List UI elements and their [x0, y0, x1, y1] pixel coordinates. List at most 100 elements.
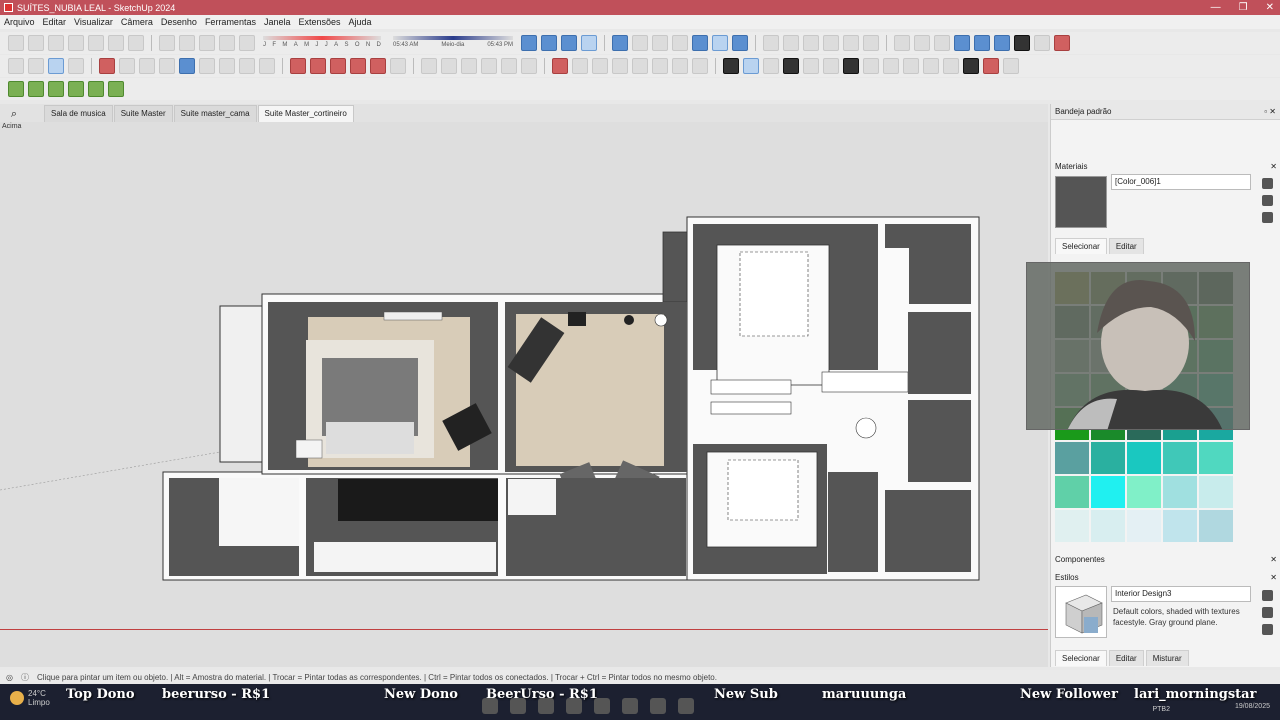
outer-shell-icon[interactable] [823, 58, 839, 74]
3d-text-icon[interactable] [521, 58, 537, 74]
info-icon[interactable] [923, 58, 939, 74]
style-name-field[interactable]: Interior Design3 [1111, 586, 1251, 602]
material-swatch[interactable] [1199, 510, 1233, 542]
menu-arquivo[interactable]: Arquivo [4, 17, 35, 27]
materials-close-icon[interactable]: ✕ [1270, 162, 1277, 171]
components-close-icon[interactable]: ✕ [1270, 555, 1277, 564]
rotate-icon[interactable] [330, 58, 346, 74]
weather-widget[interactable]: 24°C Limpo [10, 689, 50, 707]
time-icon[interactable] [943, 58, 959, 74]
style-thumbnail[interactable] [1055, 586, 1107, 638]
section-cut-icon[interactable] [934, 35, 950, 51]
solid-tools-icon[interactable] [803, 58, 819, 74]
component-icon[interactable] [28, 58, 44, 74]
style-refresh-icon[interactable] [1262, 624, 1273, 635]
wireframe-style-icon[interactable] [632, 35, 648, 51]
bottom-cube-icon[interactable] [863, 35, 879, 51]
sandbox-scratch-icon[interactable] [28, 81, 44, 97]
materials-tab-edit[interactable]: Editar [1108, 238, 1144, 254]
clock-date[interactable]: 19/08/2025 [1235, 703, 1270, 710]
texture-icon[interactable] [843, 58, 859, 74]
menu-ferramentas[interactable]: Ferramentas [205, 17, 256, 27]
search-icon[interactable]: ⌕ [4, 106, 24, 122]
protractor-icon[interactable] [461, 58, 477, 74]
layer-icon[interactable] [723, 58, 739, 74]
display-secondary-icon[interactable] [1262, 195, 1273, 206]
xray-style-icon[interactable] [612, 35, 628, 51]
discord-icon[interactable] [594, 698, 610, 714]
scene-tab-sala-de-musica[interactable]: Sala de musica [44, 105, 113, 122]
right-view-icon[interactable] [581, 35, 597, 51]
material-swatch[interactable] [1091, 442, 1125, 474]
front-cube-icon[interactable] [763, 35, 779, 51]
line-icon[interactable] [99, 58, 115, 74]
zoom-window-icon[interactable] [612, 58, 628, 74]
styles-tab-select[interactable]: Selecionar [1055, 650, 1107, 666]
menu-desenho[interactable]: Desenho [161, 17, 197, 27]
back-cube-icon[interactable] [783, 35, 799, 51]
model-viewport[interactable]: Acima [0, 122, 1048, 667]
sketchup-taskbar-icon[interactable] [650, 698, 666, 714]
material-swatch[interactable] [1127, 476, 1161, 508]
edge-icon[interactable] [622, 698, 638, 714]
style-create-icon[interactable] [1262, 590, 1273, 601]
current-material-swatch[interactable] [1055, 176, 1107, 228]
material-swatch[interactable] [1199, 442, 1233, 474]
open-folder-icon[interactable] [28, 35, 44, 51]
styles-tab-edit[interactable]: Editar [1108, 650, 1144, 666]
status-geo-icon[interactable]: ◎ [6, 673, 13, 682]
menu-visualizar[interactable]: Visualizar [74, 17, 113, 27]
warehouse-icon[interactable] [994, 35, 1010, 51]
text-icon[interactable] [481, 58, 497, 74]
left-cube-icon[interactable] [803, 35, 819, 51]
right-cube-icon[interactable] [823, 35, 839, 51]
account-icon[interactable] [963, 58, 979, 74]
orbit-icon[interactable] [552, 58, 568, 74]
circle-icon[interactable] [179, 58, 195, 74]
polygon-icon[interactable] [199, 58, 215, 74]
scene-tab-suite-master-cortineiro[interactable]: Suite Master_cortineiro [257, 105, 354, 122]
browser-icon[interactable] [566, 698, 582, 714]
materials-header[interactable]: Materiais ✕ [1055, 159, 1277, 173]
curve-icon[interactable] [1003, 58, 1019, 74]
monochrome-style-icon[interactable] [712, 35, 728, 51]
push-pull-icon[interactable] [310, 58, 326, 74]
back-edges-icon[interactable] [732, 35, 748, 51]
zoom-icon[interactable] [592, 58, 608, 74]
follow-me-icon[interactable] [350, 58, 366, 74]
save-icon[interactable] [48, 35, 64, 51]
materials-tab-select[interactable]: Selecionar [1055, 238, 1107, 254]
mirror-icon[interactable] [983, 58, 999, 74]
settings-gear-icon[interactable] [883, 58, 899, 74]
outliner-icon[interactable] [743, 58, 759, 74]
maximize-button[interactable]: ❐ [1239, 0, 1248, 15]
section-fill-icon[interactable] [914, 35, 930, 51]
material-swatch[interactable] [1163, 476, 1197, 508]
scene-tab-suite-master[interactable]: Suite Master [113, 105, 173, 122]
smoove-icon[interactable] [48, 81, 64, 97]
menu-editar[interactable]: Editar [43, 17, 67, 27]
walk-icon[interactable] [692, 58, 708, 74]
eraser-icon[interactable] [68, 58, 84, 74]
tape-measure-icon[interactable] [421, 58, 437, 74]
styles-tab-mix[interactable]: Misturar [1145, 650, 1189, 666]
select-arrow-icon[interactable] [8, 58, 24, 74]
copy-icon[interactable] [88, 35, 104, 51]
delete-icon[interactable] [128, 35, 144, 51]
stamp-icon[interactable] [68, 81, 84, 97]
menu-camera[interactable]: Câmera [121, 17, 153, 27]
scale-icon[interactable] [370, 58, 386, 74]
axes-icon[interactable] [501, 58, 517, 74]
styles-header[interactable]: Estilos ✕ [1055, 570, 1277, 584]
material-swatch[interactable] [1127, 442, 1161, 474]
rectangle-icon[interactable] [139, 58, 155, 74]
material-swatch[interactable] [1091, 510, 1125, 542]
new-file-icon[interactable] [8, 35, 24, 51]
task-view-icon[interactable] [510, 698, 526, 714]
scene-tab-suite-master-cama[interactable]: Suite master_cama [173, 105, 257, 122]
menu-janela[interactable]: Janela [264, 17, 291, 27]
create-material-icon[interactable] [1262, 178, 1273, 189]
sandbox-icon[interactable] [954, 35, 970, 51]
cut-icon[interactable] [68, 35, 84, 51]
material-swatch[interactable] [1163, 510, 1197, 542]
